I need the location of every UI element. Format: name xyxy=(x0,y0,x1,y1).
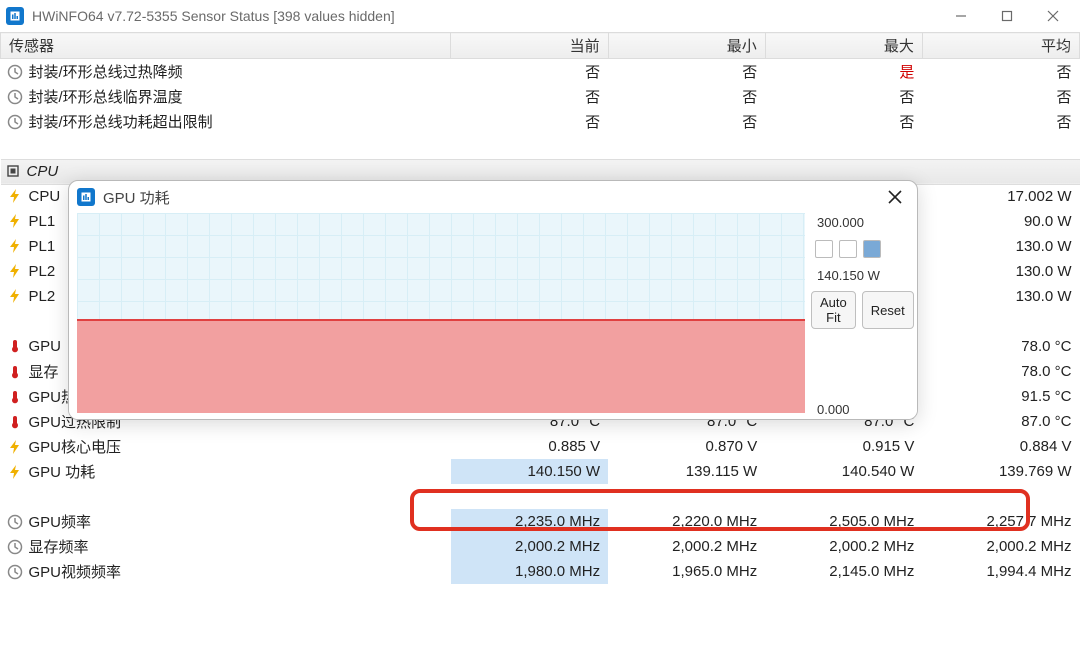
row-label: 封装/环形总线过热降频 xyxy=(29,64,183,81)
thermometer-icon xyxy=(7,338,23,354)
row-thermal-throttle[interactable]: 封装/环形总线过热降频 否 否 是 否 xyxy=(1,59,1080,85)
row-gpu-freq[interactable]: GPU频率 2,235.0 MHz 2,220.0 MHz 2,505.0 MH… xyxy=(1,509,1080,534)
col-current[interactable]: 当前 xyxy=(451,33,608,59)
minimize-button[interactable] xyxy=(938,0,984,32)
graph-popup[interactable]: GPU 功耗 300.000 140.150 W Auto Fit Reset … xyxy=(68,180,918,420)
reset-button[interactable]: Reset xyxy=(862,291,914,329)
clock-icon xyxy=(7,64,23,80)
legend-swatch-selected[interactable] xyxy=(863,240,881,258)
bolt-icon xyxy=(7,238,23,254)
thermometer-icon xyxy=(7,364,23,380)
popup-title: GPU 功耗 xyxy=(103,187,873,208)
graph-y-max: 300.000 xyxy=(811,213,911,232)
bolt-icon xyxy=(7,213,23,229)
graph-legend[interactable] xyxy=(811,238,911,260)
app-icon xyxy=(77,188,95,206)
thermometer-icon xyxy=(7,389,23,405)
clock-icon xyxy=(7,89,23,105)
row-gpu-power[interactable]: GPU 功耗 140.150 W 139.115 W 140.540 W 139… xyxy=(1,459,1080,484)
col-sensor[interactable]: 传感器 xyxy=(1,33,451,59)
graph-current-value: 140.150 W xyxy=(811,266,911,285)
col-min[interactable]: 最小 xyxy=(608,33,765,59)
row-label: GPU视频频率 xyxy=(29,564,122,581)
row-label: 封装/环形总线功耗超出限制 xyxy=(29,114,213,131)
bolt-icon xyxy=(7,263,23,279)
bolt-icon xyxy=(7,464,23,480)
row-label: PL1 xyxy=(29,238,56,255)
row-label: GPU频率 xyxy=(29,514,92,531)
graph-series-fill xyxy=(77,319,805,413)
row-label: CPU xyxy=(29,188,61,205)
table-header-row: 传感器 当前 最小 最大 平均 xyxy=(1,33,1080,59)
thermometer-icon xyxy=(7,414,23,430)
row-label: GPU核心电压 xyxy=(29,439,122,456)
row-label: PL2 xyxy=(29,263,56,280)
graph-canvas[interactable] xyxy=(77,213,805,413)
row-label: 封装/环形总线临界温度 xyxy=(29,89,183,106)
group-label: CPU xyxy=(27,163,59,180)
legend-swatch[interactable] xyxy=(815,240,833,258)
row-label: PL2 xyxy=(29,288,56,305)
popup-titlebar[interactable]: GPU 功耗 xyxy=(69,181,917,213)
bolt-icon xyxy=(7,439,23,455)
maximize-button[interactable] xyxy=(984,0,1030,32)
legend-swatch[interactable] xyxy=(839,240,857,258)
cpu-icon xyxy=(5,163,21,179)
auto-fit-button[interactable]: Auto Fit xyxy=(811,291,856,329)
graph-y-min: 0.000 xyxy=(811,400,911,419)
row-mem-freq[interactable]: 显存频率 2,000.2 MHz 2,000.2 MHz 2,000.2 MHz… xyxy=(1,534,1080,559)
main-titlebar: HWiNFO64 v7.72-5355 Sensor Status [398 v… xyxy=(0,0,1080,32)
row-gpu-video-freq[interactable]: GPU视频频率 1,980.0 MHz 1,965.0 MHz 2,145.0 … xyxy=(1,559,1080,584)
bolt-icon xyxy=(7,288,23,304)
row-critical-temp[interactable]: 封装/环形总线临界温度 否 否 否 否 xyxy=(1,84,1080,109)
row-gpu-core-voltage[interactable]: GPU核心电压 0.885 V 0.870 V 0.915 V 0.884 V xyxy=(1,434,1080,459)
clock-icon xyxy=(7,564,23,580)
row-label: PL1 xyxy=(29,213,56,230)
row-label: GPU xyxy=(29,338,62,355)
window-title: HWiNFO64 v7.72-5355 Sensor Status [398 v… xyxy=(32,8,930,24)
bolt-icon xyxy=(7,188,23,204)
clock-icon xyxy=(7,114,23,130)
clock-icon xyxy=(7,514,23,530)
clock-icon xyxy=(7,539,23,555)
row-label: 显存 xyxy=(29,364,59,381)
close-button[interactable] xyxy=(1030,0,1076,32)
popup-close-button[interactable] xyxy=(881,183,909,211)
app-icon xyxy=(6,7,24,25)
row-label: 显存频率 xyxy=(29,539,89,556)
row-power-limit[interactable]: 封装/环形总线功耗超出限制 否 否 否 否 xyxy=(1,109,1080,134)
col-avg[interactable]: 平均 xyxy=(922,33,1079,59)
row-label: GPU 功耗 xyxy=(29,464,96,481)
col-max[interactable]: 最大 xyxy=(765,33,922,59)
